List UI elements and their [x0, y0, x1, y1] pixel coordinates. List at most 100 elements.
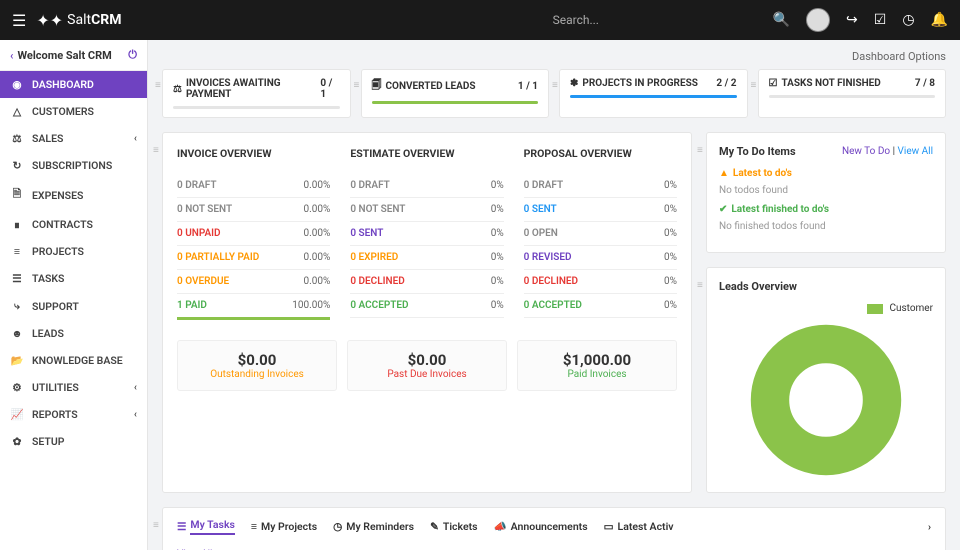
overview-row[interactable]: 0 OPEN0%	[524, 222, 677, 246]
bell-icon[interactable]: 🔔	[931, 12, 948, 28]
overview-row[interactable]: 0 DRAFT0%	[350, 174, 503, 198]
overview-row-pct: 0%	[491, 204, 504, 215]
overview-row[interactable]: 0 DECLINED0%	[524, 270, 677, 294]
legend-swatch	[867, 304, 883, 314]
overview-row-pct: 0%	[664, 252, 677, 263]
tab-label: Tickets	[443, 520, 478, 533]
check-icon[interactable]: ☑	[874, 12, 887, 28]
tab-icon: ☰	[177, 520, 186, 533]
sidebar-item-projects[interactable]: ≡PROJECTS	[0, 238, 147, 265]
overview-row[interactable]: 0 ACCEPTED 0%	[524, 294, 677, 318]
drag-handle-icon[interactable]: ≡	[552, 80, 558, 91]
chevron-right-icon[interactable]: ›	[928, 520, 931, 533]
overview-row-label: 0 EXPIRED	[350, 252, 398, 263]
view-all-todos-link[interactable]: View All	[898, 146, 933, 157]
drag-handle-icon[interactable]: ≡	[155, 80, 161, 91]
kpi-card: ≡☑TASKS NOT FINISHED7 / 8	[758, 69, 947, 118]
new-todo-link[interactable]: New To Do	[842, 146, 890, 157]
search-input[interactable]	[553, 13, 753, 27]
drag-handle-icon[interactable]: ≡	[153, 145, 159, 156]
overview-row[interactable]: 0 SENT0%	[524, 198, 677, 222]
overview-row-pct: 0.00%	[304, 204, 331, 215]
overview-row[interactable]: 0 OVERDUE0.00%	[177, 270, 330, 294]
overview-row[interactable]: 0 EXPIRED0%	[350, 246, 503, 270]
nav-label: CUSTOMERS	[32, 105, 94, 118]
overview-row[interactable]: 0 REVISED0%	[524, 246, 677, 270]
menu-toggle-icon[interactable]: ☰	[12, 11, 26, 30]
search-icon[interactable]: 🔍	[773, 12, 790, 28]
nav-label: UTILITIES	[32, 381, 79, 394]
sidebar-item-subscriptions[interactable]: ↻SUBSCRIPTIONS	[0, 152, 147, 179]
kpi-title: PROJECTS IN PROGRESS	[582, 78, 698, 89]
overview-row[interactable]: 0 DECLINED0%	[350, 270, 503, 294]
sidebar-item-tasks[interactable]: ☰TASKS	[0, 265, 147, 292]
overview-row-pct: 0%	[664, 180, 677, 191]
total-label: Paid Invoices	[528, 369, 666, 380]
sidebar-item-sales[interactable]: ⚖SALES‹	[0, 125, 147, 152]
sidebar-item-leads[interactable]: ☻LEADS	[0, 320, 147, 347]
nav-label: REPORTS	[32, 408, 78, 421]
drag-handle-icon[interactable]: ≡	[153, 520, 159, 531]
overview-row-pct: 0%	[664, 228, 677, 239]
tab-announcements[interactable]: 📣Announcements	[494, 520, 588, 533]
share-icon[interactable]: ↪	[846, 12, 858, 28]
tab-icon: ◷	[333, 520, 342, 533]
overview-row[interactable]: 0 UNPAID0.00%	[177, 222, 330, 246]
tab-icon: ≡	[251, 520, 257, 533]
total-value: $0.00	[358, 351, 496, 369]
overview-title: ESTIMATE OVERVIEW	[350, 147, 503, 160]
tab-my-tasks[interactable]: ☰My Tasks	[177, 518, 235, 535]
overview-row[interactable]: 0 PARTIALLY PAID0.00%	[177, 246, 330, 270]
nav-icon: ✿	[10, 435, 24, 448]
power-icon[interactable]: ⏻	[128, 48, 137, 62]
sidebar-item-utilities[interactable]: ⚙UTILITIES‹	[0, 374, 147, 401]
drag-handle-icon[interactable]: ≡	[751, 80, 757, 91]
nav-label: SALES	[32, 132, 63, 145]
nav-icon: ⤷	[10, 299, 24, 313]
clock-icon[interactable]: ◷	[902, 12, 914, 28]
leads-donut-chart	[746, 320, 906, 480]
drag-handle-icon[interactable]: ≡	[697, 145, 703, 156]
brand-logo[interactable]: ✦✦ SaltCRM	[36, 11, 121, 30]
overview-row-label: 0 OVERDUE	[177, 276, 229, 287]
nav-icon: ◉	[10, 78, 24, 91]
tab-label: My Reminders	[346, 520, 414, 533]
nav-label: SUPPORT	[32, 300, 79, 313]
check-icon: ✔	[719, 204, 727, 215]
overview-row[interactable]: 0 DRAFT0%	[524, 174, 677, 198]
overview-row[interactable]: 0 DRAFT0.00%	[177, 174, 330, 198]
sidebar-item-knowledge-base[interactable]: 📂KNOWLEDGE BASE	[0, 347, 147, 374]
tab-my-reminders[interactable]: ◷ My Reminders	[333, 520, 414, 533]
sidebar-item-contracts[interactable]: ∎CONTRACTS	[0, 211, 147, 238]
nav-icon: ≡	[10, 245, 24, 258]
overview-row[interactable]: 0 NOT SENT0.00%	[177, 198, 330, 222]
overview-row[interactable]: 0 SENT0%	[350, 222, 503, 246]
sidebar-item-expenses[interactable]: 🗎EXPENSES	[0, 179, 147, 211]
kpi-value: 0 / 1	[320, 78, 339, 100]
tab-tickets[interactable]: ✎Tickets	[430, 520, 478, 533]
dashboard-options-link[interactable]: Dashboard Options	[162, 50, 946, 63]
overview-title: INVOICE OVERVIEW	[177, 147, 330, 160]
sidebar-item-customers[interactable]: △CUSTOMERS	[0, 98, 147, 125]
avatar[interactable]	[806, 8, 830, 32]
overview-column: ESTIMATE OVERVIEW0 DRAFT0%0 NOT SENT0%0 …	[350, 147, 503, 320]
sidebar-item-dashboard[interactable]: ◉DASHBOARD	[0, 71, 147, 98]
overview-row-pct: 0%	[664, 300, 677, 311]
overview-row-label: 0 ACCEPTED	[524, 300, 582, 311]
nav-label: EXPENSES	[32, 189, 83, 202]
overview-row[interactable]: 0 NOT SENT0%	[350, 198, 503, 222]
overview-row-pct: 0%	[491, 276, 504, 287]
overview-row[interactable]: 1 PAID100.00%	[177, 294, 330, 320]
drag-handle-icon[interactable]: ≡	[697, 280, 703, 291]
sidebar-item-reports[interactable]: 📈REPORTS‹	[0, 401, 147, 428]
tab-my-projects[interactable]: ≡My Projects	[251, 520, 317, 533]
tab-latest-activ[interactable]: ▭Latest Activ	[604, 520, 674, 533]
kpi-icon: 🗐	[372, 78, 382, 95]
drag-handle-icon[interactable]: ≡	[354, 80, 360, 91]
chevron-left-icon: ‹	[134, 382, 137, 393]
sidebar-item-setup[interactable]: ✿SETUP	[0, 428, 147, 455]
overview-row[interactable]: 0 ACCEPTED0%	[350, 294, 503, 318]
kpi-progress-bar	[173, 106, 340, 109]
sidebar-item-support[interactable]: ⤷ SUPPORT	[0, 292, 147, 320]
overview-column: INVOICE OVERVIEW 0 DRAFT0.00%0 NOT SENT0.…	[177, 147, 330, 320]
